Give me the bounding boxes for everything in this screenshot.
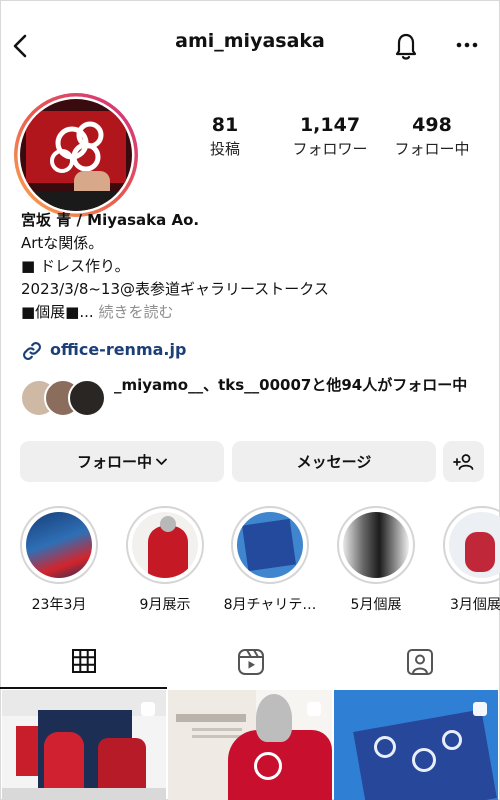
stat-following[interactable]: 498 フォロー中 — [382, 114, 482, 159]
highlight-cover — [343, 512, 409, 578]
avatar[interactable] — [12, 91, 140, 219]
post-image-part — [374, 736, 396, 758]
multi-post-icon — [472, 701, 488, 717]
highlight-label: 5月個展 — [350, 597, 402, 613]
tagged-icon[interactable] — [406, 648, 434, 676]
bio-line: ■個展■... 続きを読む — [21, 301, 329, 324]
post-image-part — [442, 730, 462, 750]
highlight-label: 8月チャリテ… — [223, 597, 317, 613]
followed-by-text[interactable]: _miyamo__、tks__00007と他94人がフォロー中 — [114, 374, 476, 397]
profile-username: ami_miyasaka — [175, 30, 325, 52]
stat-following-label: フォロー中 — [394, 140, 470, 158]
message-button-label: メッセージ — [296, 453, 372, 471]
highlight-item[interactable] — [126, 506, 204, 584]
highlight-item[interactable] — [337, 506, 415, 584]
bell-icon[interactable] — [392, 30, 420, 62]
add-person-icon — [452, 453, 475, 471]
highlight-cover — [237, 512, 303, 578]
bio: 宮坂 青 / Miyasaka Ao. Artな関係。 ■ ドレス作り。 202… — [21, 209, 329, 324]
highlight-cover-shape — [148, 526, 188, 578]
post-image-part — [412, 748, 436, 772]
chevron-down-icon — [156, 458, 167, 466]
highlight-cover-shape — [160, 516, 176, 532]
tab-indicator — [0, 687, 167, 689]
stat-followers[interactable]: 1,147 フォロワー — [280, 114, 380, 159]
more-icon[interactable] — [456, 42, 478, 48]
post-image-part — [254, 752, 282, 780]
highlight-item[interactable] — [231, 506, 309, 584]
highlight-cover-shape — [242, 518, 296, 572]
message-button[interactable]: メッセージ — [232, 441, 436, 482]
multi-post-icon — [140, 701, 156, 717]
suggested-users-button[interactable] — [443, 441, 484, 482]
stat-followers-label: フォロワー — [292, 140, 368, 158]
highlight-label: 3月個展 — [450, 597, 500, 613]
link-icon — [21, 340, 43, 362]
stat-posts-value: 81 — [211, 114, 239, 136]
post-image-part — [192, 735, 242, 738]
stat-following-value: 498 — [412, 114, 452, 136]
post-image-part — [176, 714, 246, 722]
stat-posts-label: 投稿 — [209, 140, 240, 158]
bio-link[interactable]: office-renma.jp — [50, 340, 186, 359]
highlight-label: 9月展示 — [139, 597, 191, 613]
post-image-part — [16, 726, 38, 776]
following-button-label: フォロー中 — [76, 453, 152, 471]
bio-line-text: ■個展■... — [21, 303, 94, 321]
following-button[interactable]: フォロー中 — [20, 441, 224, 482]
grid-icon[interactable] — [72, 649, 96, 673]
post-image-part — [256, 694, 292, 742]
bio-line: ■ ドレス作り。 — [21, 257, 130, 275]
highlight-item[interactable] — [20, 506, 98, 584]
multi-post-icon — [306, 701, 322, 717]
mutual-avatars[interactable] — [20, 377, 106, 417]
stat-posts[interactable]: 81 投稿 — [183, 114, 267, 159]
post-image-part — [192, 728, 242, 731]
reels-icon[interactable] — [237, 648, 265, 676]
highlight-cover — [26, 512, 92, 578]
mutual-avatar — [68, 379, 106, 417]
highlight-cover-shape — [465, 532, 495, 572]
post-image-part — [2, 788, 166, 800]
read-more-link[interactable]: 続きを読む — [98, 303, 173, 321]
bio-line: Artな関係。 — [21, 234, 104, 252]
bio-line: 2023/3/8~13@表参道ギャラリーストークス — [21, 280, 329, 298]
highlight-cover — [449, 512, 500, 578]
highlight-label: 23年3月 — [31, 597, 87, 613]
stat-followers-value: 1,147 — [299, 114, 361, 136]
bio-name: 宮坂 青 / Miyasaka Ao. — [21, 211, 200, 229]
highlight-cover — [132, 512, 198, 578]
